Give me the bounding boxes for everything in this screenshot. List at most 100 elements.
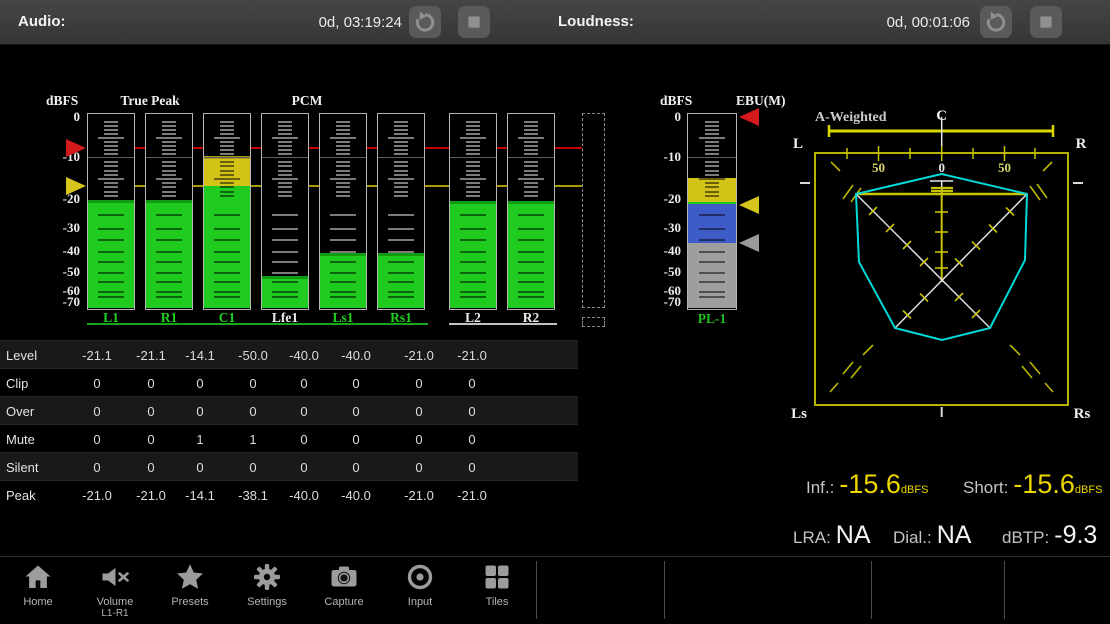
short-loudness-readout: Short: -15.6 dBFS [963,469,1102,500]
scale-tick [524,182,538,184]
scale-tick [394,174,408,176]
scale-tick [518,296,544,298]
phantom-axes [856,188,1027,282]
stats-cell: -21.0 [445,348,499,363]
scale-tick [394,145,408,147]
toolbar-separator [536,561,537,619]
scale-tick [104,129,118,131]
scale-tick [98,137,124,139]
scale-tick [524,129,538,131]
scale-tick [705,161,719,163]
scale-tick [699,296,725,298]
scale-tick [394,165,408,167]
stats-cell: 0 [445,432,499,447]
stats-cell: 0 [329,432,383,447]
scale-tick [330,178,356,180]
dialog-readout: Dial.: NA [893,521,971,550]
scale-tick [466,145,480,147]
scale-tick [272,296,298,298]
scale-tick [220,182,234,184]
scale-tick [162,141,176,143]
scale-tick [162,133,176,135]
scale-tick [336,195,350,197]
dbtp-value: -9.3 [1054,521,1097,550]
channel-label-R1: R1 [145,310,193,326]
toolbar-item-label: Tiles [462,596,532,608]
scale-tick [220,174,234,176]
scale-tick [104,141,118,143]
meter-column-L2 [449,113,497,310]
toolbar-item-presets[interactable]: Presets [155,561,225,608]
scale-tick [98,272,124,274]
yellow-level-marker [66,177,86,195]
scale-tick [330,239,356,241]
stats-row-mute: Mute00110000 [0,424,578,453]
scale-tick [156,239,182,241]
bar-peak-cap [378,253,424,256]
stats-row-label: Level [6,348,37,363]
scale-tick [705,165,719,167]
scale-tick [272,137,298,139]
toolbar-item-input[interactable]: Input [385,561,455,608]
left-surround-label: Ls [791,406,807,422]
integrated-label: Inf.: [806,478,834,498]
scale-tick [272,239,298,241]
scale-tick [214,261,240,263]
stats-cell: 0 [70,376,124,391]
scale-tick [98,251,124,253]
toolbar-item-volume[interactable]: VolumeL1-R1 [80,561,150,619]
toolbar-item-tiles[interactable]: Tiles [462,561,532,608]
meter-scale-label: -70 [30,294,80,310]
dialog-value: NA [937,521,972,550]
scale-tick [336,182,350,184]
scale-tick [214,291,240,293]
scale-tick [330,137,356,139]
toolbar-item-capture[interactable]: Capture [309,561,379,608]
scale-tick [336,141,350,143]
scale-tick [278,125,292,127]
stats-cell: 0 [277,376,331,391]
scale-tick [214,272,240,274]
scale-tick [466,129,480,131]
scale-tick [220,149,234,151]
scale-tick [466,161,480,163]
scale-tick [330,291,356,293]
scale-tick [104,186,118,188]
toolbar-item-label: Capture [309,596,379,608]
scale-tick [104,174,118,176]
scale-50-left: 50 [872,160,885,175]
scale-tick [162,149,176,151]
scale-tick [394,170,408,172]
star-icon [174,561,206,593]
stats-cell: 0 [329,404,383,419]
toolbar-separator [1004,561,1005,619]
scale-tick [220,145,234,147]
scale-tick [214,214,240,216]
scale-tick [524,149,538,151]
scale-tick [524,195,538,197]
scale-tick [394,125,408,127]
scale-tick [336,149,350,151]
stats-cell: 0 [173,376,227,391]
scale-tick [450,157,496,158]
scale-tick [394,186,408,188]
stats-cell: 0 [124,404,178,419]
scale-tick [156,291,182,293]
loudness-scale-label: -20 [639,191,681,207]
scale-tick [524,125,538,127]
scale-tick [394,182,408,184]
stats-cell: -21.0 [124,488,178,503]
input-target-icon [404,561,436,593]
scale-tick [104,145,118,147]
scale-tick [220,121,234,123]
toolbar-item-home[interactable]: Home [3,561,73,608]
stats-cell: -21.1 [70,348,124,363]
scale-tick [162,170,176,172]
meter-column-R1 [145,113,193,310]
scale-tick [204,157,250,158]
toolbar-item-settings[interactable]: Settings [232,561,302,608]
scale-tick [104,191,118,193]
camera-icon [328,561,360,593]
stats-cell: 0 [392,404,446,419]
stats-cell: -21.1 [124,348,178,363]
